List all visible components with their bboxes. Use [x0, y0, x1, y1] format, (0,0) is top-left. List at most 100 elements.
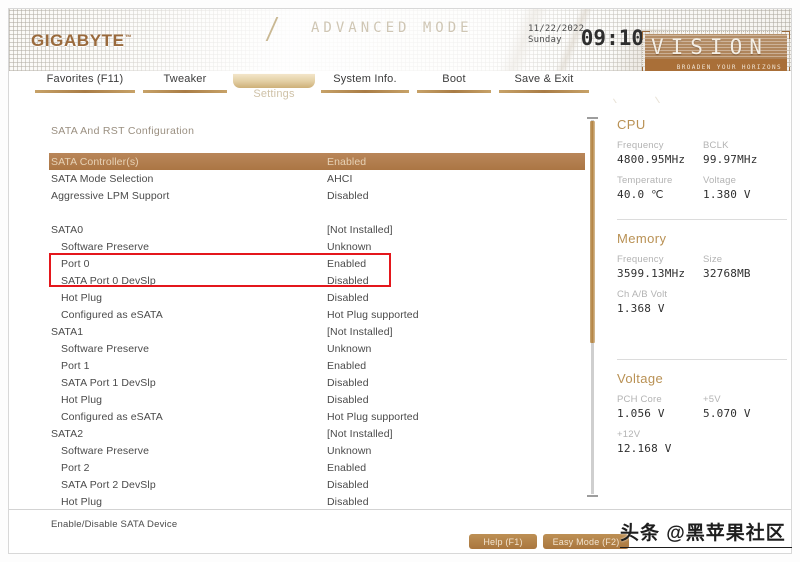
option-label: Port 2	[51, 462, 327, 474]
option-row[interactable]: SATA Port 1 DevSlpDisabled	[51, 374, 581, 391]
hw-metric: PCH Core1.056 V	[617, 393, 703, 421]
hardware-monitor-sidebar: CPUFrequency4800.95MHzBCLK99.97MHzTemper…	[609, 103, 792, 509]
vertical-scrollbar[interactable]	[589, 117, 596, 497]
hw-metric-key: Ch A/B Volt	[617, 288, 789, 301]
option-row-spacer	[51, 204, 581, 221]
tab-boot[interactable]: Boot	[413, 71, 495, 93]
hw-metric: Frequency3599.13MHz	[617, 253, 703, 281]
option-label: Hot Plug	[51, 292, 327, 304]
hw-metric-value: 40.0 ℃	[617, 187, 703, 202]
option-label: Port 1	[51, 360, 327, 372]
hw-metric-key: BCLK	[703, 139, 789, 152]
option-label: Software Preserve	[51, 343, 327, 355]
tab-underline	[321, 90, 409, 93]
option-row[interactable]: Software PreserveUnknown	[51, 340, 581, 357]
option-value: Enabled	[327, 258, 581, 270]
hw-group-separator	[617, 219, 787, 220]
option-value: Enabled	[327, 462, 581, 474]
trademark-symbol: ™	[125, 34, 133, 41]
option-value: [Not Installed]	[327, 428, 581, 440]
option-row[interactable]: SATA Port 0 DevSlpDisabled	[51, 272, 581, 289]
hw-metric-key: Temperature	[617, 174, 703, 187]
hw-metric-value: 12.168 V	[617, 441, 789, 456]
option-value: Unknown	[327, 445, 581, 457]
option-value: Disabled	[327, 275, 581, 287]
hw-group-voltage: VoltagePCH Core1.056 V+5V5.070 V+12V12.1…	[617, 371, 789, 463]
hw-metric: Ch A/B Volt1.368 V	[617, 288, 789, 316]
option-value: Enabled	[327, 360, 581, 372]
option-value: Hot Plug supported	[327, 309, 581, 321]
vision-logo-badge: VISION BROADEN YOUR HORIZONS	[642, 31, 790, 71]
option-label: Hot Plug	[51, 496, 327, 508]
bios-window: GIGABYTE™ ADVANCED MODE 11/22/2022 Sunda…	[8, 8, 792, 554]
hw-metric: Voltage1.380 V	[703, 174, 789, 202]
option-label: SATA0	[51, 224, 327, 236]
option-value: Disabled	[327, 496, 581, 508]
option-value: Disabled	[327, 190, 581, 202]
help-button[interactable]: Help (F1)	[469, 534, 537, 549]
option-row[interactable]: Port 0Enabled	[51, 255, 581, 272]
option-value: [Not Installed]	[327, 224, 581, 236]
option-row[interactable]: SATA Port 2 DevSlpDisabled	[51, 476, 581, 493]
status-help-text: Enable/Disable SATA Device	[51, 519, 177, 530]
hw-metric-value: 4800.95MHz	[617, 152, 703, 167]
hw-metric-value: 3599.13MHz	[617, 266, 703, 281]
option-row[interactable]: Configured as eSATAHot Plug supported	[51, 306, 581, 323]
option-label: SATA Controller(s)	[51, 156, 327, 168]
tab-label: Save & Exit	[495, 73, 593, 90]
hw-metric-key: Voltage	[703, 174, 789, 187]
option-label: Software Preserve	[51, 241, 327, 253]
option-row[interactable]: Software PreserveUnknown	[51, 442, 581, 459]
hw-group-title: Memory	[617, 231, 789, 246]
time-label: 09:10	[581, 26, 644, 50]
scrollbar-thumb[interactable]	[590, 121, 595, 343]
tab-underline	[499, 90, 589, 93]
option-value: [Not Installed]	[327, 326, 581, 338]
option-label: SATA2	[51, 428, 327, 440]
option-row[interactable]: Port 2Enabled	[51, 459, 581, 476]
hw-group-separator	[617, 359, 787, 360]
tab-underline	[35, 90, 135, 93]
option-row[interactable]: SATA1[Not Installed]	[51, 323, 581, 340]
tab-label: Favorites (F11)	[31, 73, 139, 90]
easy-mode-button[interactable]: Easy Mode (F2)	[543, 534, 629, 549]
tab-system-info[interactable]: System Info.	[317, 71, 413, 93]
hw-group-grid: Frequency3599.13MHzSize32768MBCh A/B Vol…	[617, 253, 789, 323]
tab-settings[interactable]: Settings	[231, 71, 317, 91]
tab-save-exit[interactable]: Save & Exit	[495, 71, 593, 93]
option-label: Port 0	[51, 258, 327, 270]
option-row[interactable]: Hot PlugDisabled	[51, 493, 581, 510]
option-row[interactable]: Hot PlugDisabled	[51, 289, 581, 306]
hw-metric-key: PCH Core	[617, 393, 703, 406]
hw-metric-key: +5V	[703, 393, 789, 406]
bios-screenshot: GIGABYTE™ ADVANCED MODE 11/22/2022 Sunda…	[0, 0, 800, 562]
option-row[interactable]: SATA2[Not Installed]	[51, 425, 581, 442]
option-row[interactable]: SATA Controller(s)Enabled	[49, 153, 585, 170]
vision-logo-text: VISION	[651, 35, 769, 59]
option-row[interactable]: Port 1Enabled	[51, 357, 581, 374]
settings-pane: SATA And RST Configuration SATA Controll…	[9, 103, 587, 509]
option-value: Disabled	[327, 377, 581, 389]
option-row[interactable]: Configured as eSATAHot Plug supported	[51, 408, 581, 425]
settings-option-list: SATA Controller(s) Enabled SATA Mode Selec…	[51, 153, 581, 527]
hw-metric-key: Frequency	[617, 253, 703, 266]
watermark: 头条 @黑苹果社区	[620, 518, 786, 545]
watermark-underline	[620, 547, 792, 549]
option-row[interactable]: SATA Mode SelectionAHCI	[51, 170, 581, 187]
hw-metric-value: 32768MB	[703, 266, 789, 281]
option-row[interactable]: Software PreserveUnknown	[51, 238, 581, 255]
page-title: SATA And RST Configuration	[51, 125, 194, 137]
tab-favorites-f11[interactable]: Favorites (F11)	[31, 71, 139, 93]
option-row[interactable]: SATA0[Not Installed]	[51, 221, 581, 238]
option-label: SATA Port 2 DevSlp	[51, 479, 327, 491]
hw-group-cpu: CPUFrequency4800.95MHzBCLK99.97MHzTemper…	[617, 117, 789, 209]
option-label: Configured as eSATA	[51, 411, 327, 423]
tab-label: Boot	[413, 73, 495, 90]
option-row[interactable]: Hot PlugDisabled	[51, 391, 581, 408]
hw-metric-value: 99.97MHz	[703, 152, 789, 167]
vision-logo-inner: VISION BROADEN YOUR HORIZONS	[645, 34, 787, 71]
option-label: SATA Mode Selection	[51, 173, 327, 185]
tab-tweaker[interactable]: Tweaker	[139, 71, 231, 93]
option-value: Hot Plug supported	[327, 411, 581, 423]
option-row[interactable]: Aggressive LPM SupportDisabled	[51, 187, 581, 204]
